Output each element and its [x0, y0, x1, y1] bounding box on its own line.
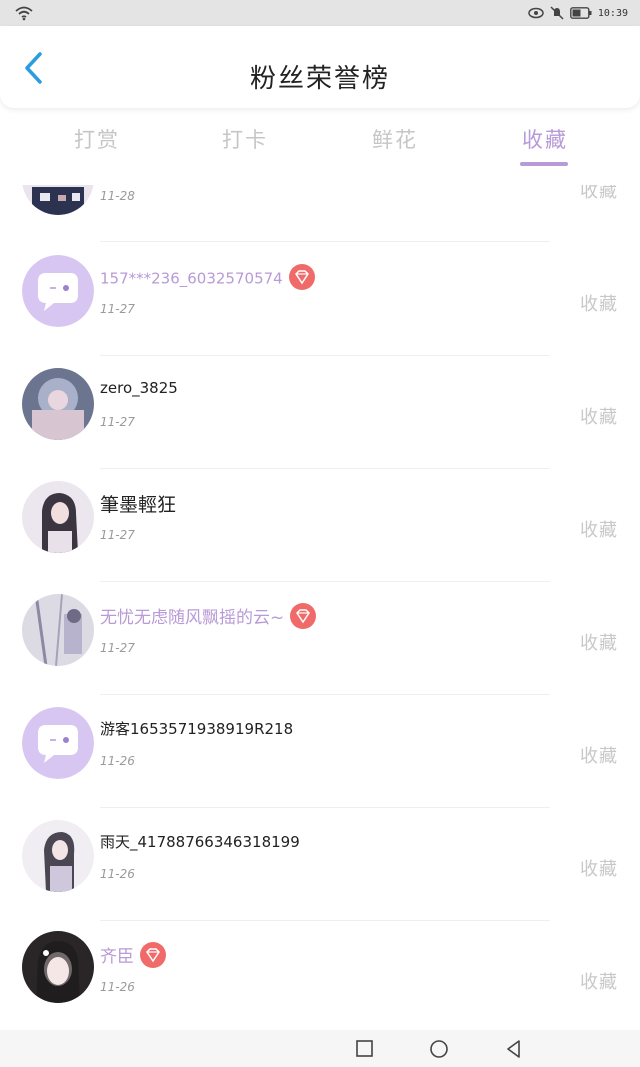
list-item-date: 11-27	[100, 528, 135, 542]
username: 游客1653571938919R218	[100, 720, 294, 738]
vip-diamond-icon	[140, 942, 166, 968]
default-chat-avatar-icon	[22, 707, 94, 779]
list-item-date: 11-27	[100, 415, 135, 429]
list-item[interactable]: 157***236_6032570574 11-27 收藏	[0, 242, 640, 355]
tab-tip[interactable]: 打赏	[74, 124, 120, 154]
back-nav-icon[interactable]	[503, 1038, 525, 1060]
username: zero_3825	[100, 379, 178, 397]
username: 雨天_41788766346318199	[100, 833, 300, 851]
list-item-date: 11-26	[100, 754, 135, 768]
list-item[interactable]: 11-28 收藏	[0, 185, 640, 242]
username: 无忧无虑随风飘摇的云~	[100, 608, 285, 628]
favorite-label: 收藏	[580, 407, 618, 428]
list-item[interactable]: zero_3825 11-27 收藏	[0, 355, 640, 468]
favorite-label: 收藏	[580, 520, 618, 541]
home-icon[interactable]	[428, 1038, 450, 1060]
list-item[interactable]: 齐臣 11-26 收藏	[0, 920, 640, 1030]
list-item-date: 11-27	[100, 641, 135, 655]
vip-diamond-icon	[288, 264, 315, 290]
default-chat-avatar-icon	[22, 255, 94, 327]
tab-favorites[interactable]: 收藏	[522, 124, 568, 154]
page-title: 粉丝荣誉榜	[249, 64, 390, 94]
list-item[interactable]: 无忧无虑随风飘摇的云~ 11-27 收藏	[0, 581, 640, 694]
list-item-date: 11-26	[100, 980, 135, 994]
active-tab-indicator	[520, 162, 568, 166]
avatar	[22, 481, 94, 553]
list-item[interactable]: 游客1653571938919R218 11-26 收藏	[0, 694, 640, 807]
favorite-label: 收藏	[580, 185, 618, 202]
tab-bar: 打赏 打卡 鲜花 收藏	[0, 112, 640, 172]
favorite-label: 收藏	[580, 294, 618, 315]
favorite-label: 收藏	[580, 859, 618, 880]
status-bar: 10:39	[0, 0, 640, 26]
battery-icon	[569, 7, 592, 19]
avatar	[22, 820, 94, 892]
list-item[interactable]: 雨天_41788766346318199 11-26 收藏	[0, 807, 640, 920]
eye-icon	[528, 7, 544, 19]
avatar	[22, 931, 94, 1003]
system-nav-bar	[0, 1030, 640, 1067]
favorite-label: 收藏	[580, 972, 618, 993]
username: 筆墨輕狂	[100, 494, 177, 516]
username: 157***236_6032570574	[100, 269, 283, 288]
tab-flowers[interactable]: 鲜花	[372, 124, 418, 154]
tab-checkin[interactable]: 打卡	[222, 124, 268, 154]
list-item-date: 11-27	[100, 302, 135, 316]
avatar	[22, 368, 94, 440]
avatar	[22, 594, 94, 666]
header: 粉丝荣誉榜	[0, 26, 640, 108]
list-item[interactable]: 筆墨輕狂 11-27 收藏	[0, 468, 640, 581]
favorite-label: 收藏	[580, 746, 618, 767]
favorite-label: 收藏	[580, 633, 618, 654]
mute-icon	[550, 6, 564, 20]
list-item-date: 11-28	[100, 189, 135, 203]
recent-apps-icon[interactable]	[354, 1038, 376, 1060]
wifi-icon	[15, 6, 33, 21]
fan-list: 11-28 收藏 157***236_6032570574 11-27 收藏 z…	[0, 185, 640, 1030]
avatar	[22, 185, 94, 215]
list-item-date: 11-26	[100, 867, 135, 881]
vip-diamond-icon	[290, 603, 317, 629]
username: 齐臣	[100, 947, 134, 967]
clock: 10:39	[597, 7, 628, 19]
